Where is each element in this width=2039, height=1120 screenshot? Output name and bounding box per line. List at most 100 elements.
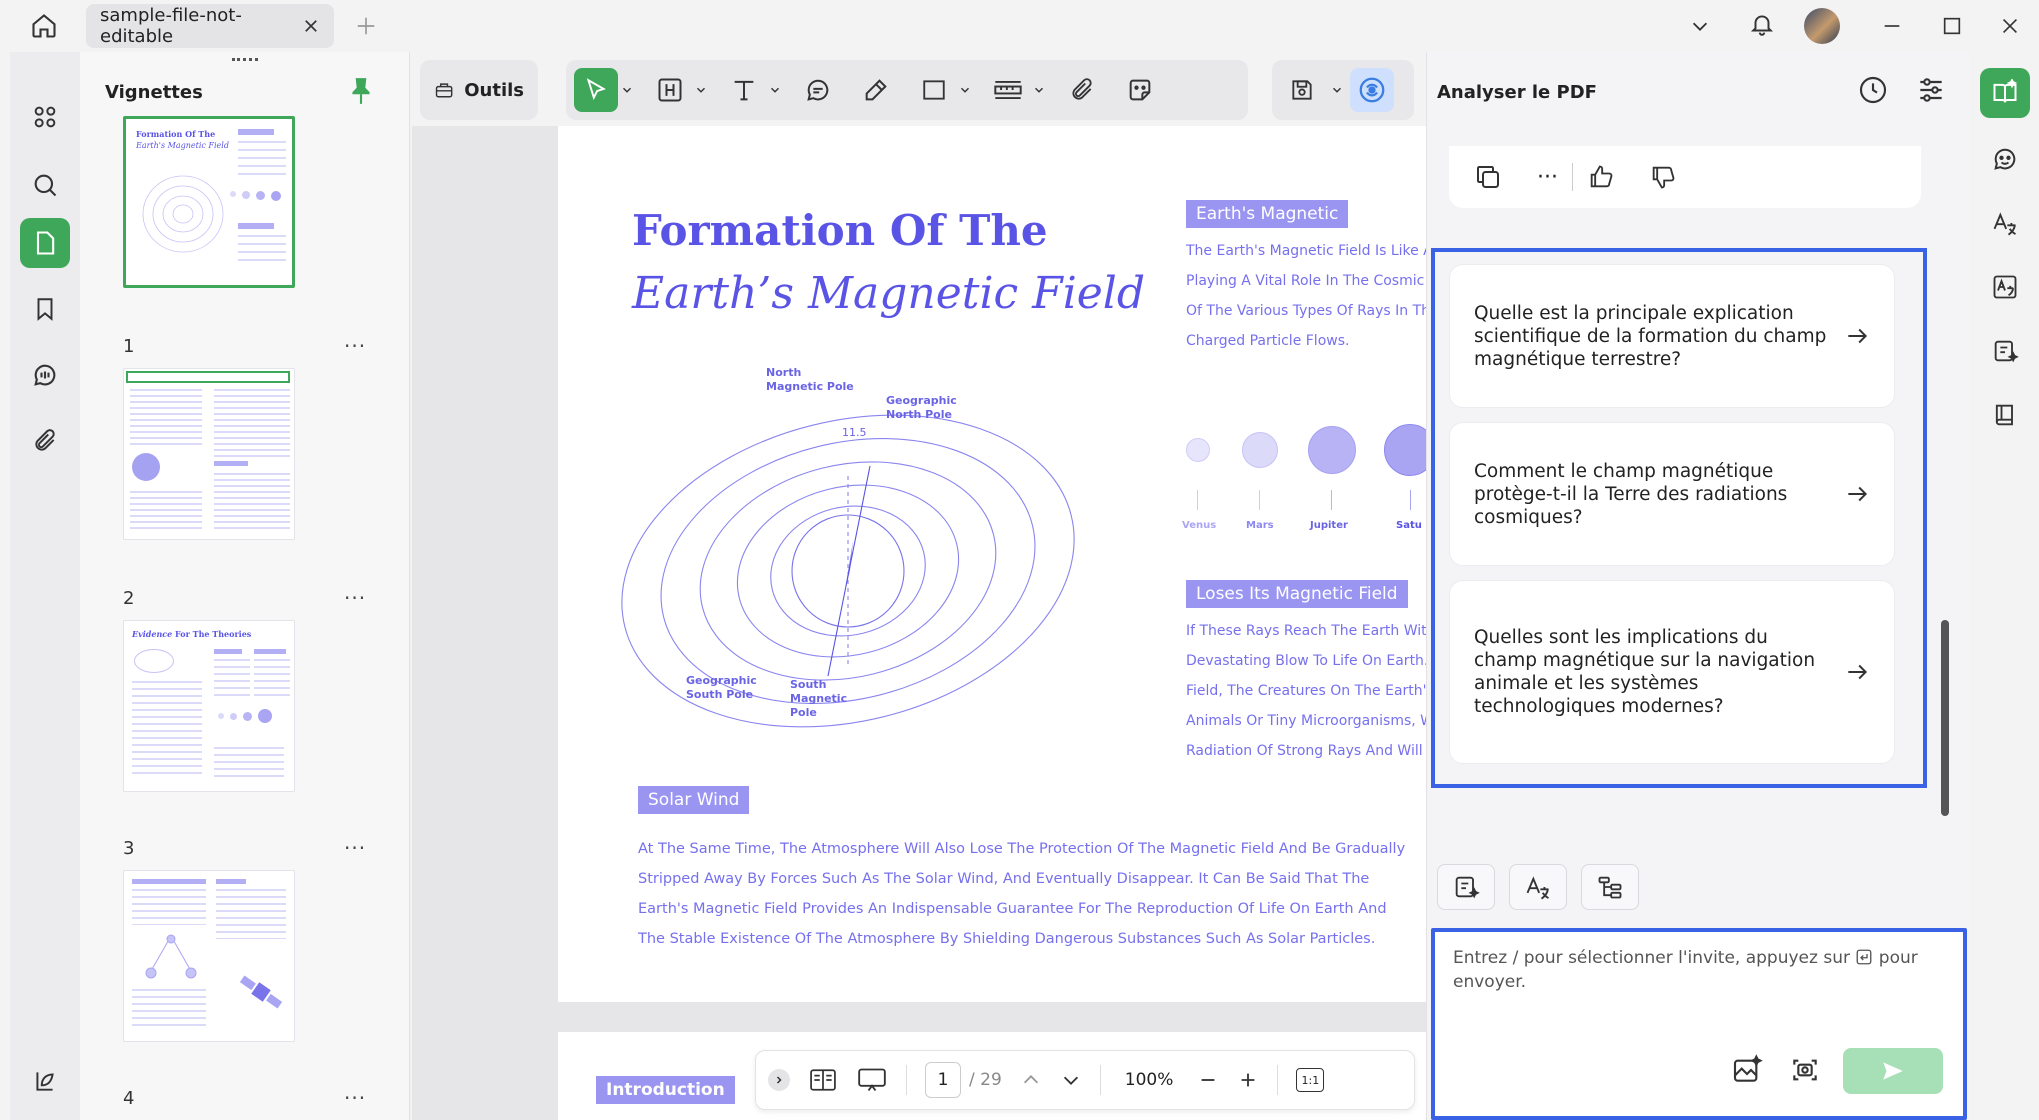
suggested-question-1[interactable]: Quelle est la principale explication sci…	[1449, 264, 1895, 408]
thumbnail-page-2[interactable]	[123, 368, 295, 540]
previous-page-icon[interactable]	[1020, 1069, 1042, 1091]
layers-icon[interactable]	[20, 1056, 70, 1106]
document-tab[interactable]: sample-file-not-editable	[86, 4, 334, 48]
toolbox-icon	[435, 83, 453, 98]
mindmap-icon	[1598, 876, 1622, 899]
presentation-icon[interactable]	[856, 1066, 888, 1094]
suggested-question-3[interactable]: Quelles sont les implications du champ m…	[1449, 580, 1895, 764]
measure-tool-icon[interactable]	[986, 68, 1030, 112]
avatar[interactable]	[1804, 8, 1840, 44]
collapse-nav-icon[interactable]	[768, 1069, 790, 1091]
zoom-out-icon[interactable]	[1197, 1069, 1219, 1091]
panel-scrollbar[interactable]	[1941, 620, 1949, 816]
thumb-subtitle: Earth's Magnetic Field	[136, 141, 229, 150]
planet-label: Venus	[1182, 520, 1217, 531]
send-button[interactable]	[1843, 1048, 1943, 1094]
summarize-button[interactable]	[1437, 864, 1495, 910]
screenshot-icon[interactable]	[1789, 1054, 1821, 1086]
comment-icon[interactable]	[20, 350, 70, 400]
attachment-icon[interactable]	[20, 416, 70, 466]
chevron-down-icon[interactable]	[768, 83, 782, 97]
translate-icon	[1526, 876, 1549, 900]
document-title-line2: Earth’s Magnetic Field	[632, 268, 1146, 319]
south-magnetic-pole-label: South Magnetic Pole	[790, 678, 848, 719]
chevron-down-icon[interactable]	[694, 83, 708, 97]
chatbot-icon[interactable]	[1980, 134, 2030, 184]
pen-tool-icon[interactable]	[854, 68, 898, 112]
comment-tool-icon[interactable]	[796, 68, 840, 112]
maximize-icon[interactable]	[1930, 4, 1974, 48]
highlight-tool-icon[interactable]	[648, 68, 692, 112]
ai-panel: Analyser le PDF ··· Quelle est la princi…	[1426, 52, 1970, 1120]
search-icon[interactable]	[20, 160, 70, 210]
chat-input-placeholder[interactable]: Entrez / pour sélectionner l'invite, app…	[1453, 946, 1933, 994]
ai-reader-icon[interactable]	[1980, 68, 2030, 118]
current-page-input[interactable]: 1	[925, 1062, 961, 1098]
pin-icon[interactable]	[348, 76, 374, 106]
text-tool-icon[interactable]	[722, 68, 766, 112]
chat-input-box[interactable]: Entrez / pour sélectionner l'invite, app…	[1431, 928, 1967, 1120]
thumbs-down-icon[interactable]	[1649, 163, 1677, 191]
translate-icon[interactable]	[1980, 198, 2030, 248]
thumbnail-more-icon[interactable]: ···	[344, 1086, 366, 1110]
copy-icon[interactable]	[1473, 162, 1503, 192]
translate-button[interactable]	[1509, 864, 1567, 910]
page-layout-icon[interactable]	[808, 1067, 838, 1093]
thumbnail-more-icon[interactable]: ···	[344, 334, 366, 358]
close-tab-icon[interactable]	[302, 17, 320, 35]
thumbs-up-icon[interactable]	[1587, 163, 1615, 191]
bookmark-icon[interactable]	[20, 284, 70, 334]
suggested-question-2[interactable]: Comment le champ magnétique protège-t-il…	[1449, 422, 1895, 566]
thumbnail-page-1[interactable]: Formation Of The Earth's Magnetic Field	[123, 116, 295, 288]
chevron-down-icon[interactable]	[958, 83, 972, 97]
image-ai-icon[interactable]	[1731, 1054, 1763, 1086]
new-tab-icon[interactable]	[344, 4, 388, 48]
actual-size-button[interactable]: 1:1	[1296, 1068, 1325, 1092]
thumbnail-page-4[interactable]	[123, 870, 295, 1042]
chevron-down-icon[interactable]	[1032, 83, 1046, 97]
thumbnail-more-icon[interactable]: ···	[344, 586, 366, 610]
mindmap-button[interactable]	[1581, 864, 1639, 910]
loses-field-text: If These Rays Reach The Earth With Devas…	[1186, 623, 1426, 759]
chevron-down-icon[interactable]	[1678, 4, 1722, 48]
ocr-translate-icon[interactable]	[1980, 262, 2030, 312]
earth-magnetic-text: The Earth's Magnetic Field Is Like A Pla…	[1186, 243, 1426, 349]
select-tool-icon[interactable]	[574, 68, 618, 112]
thumbnail-number: 3	[123, 838, 135, 859]
right-rail	[1970, 52, 2039, 1120]
response-actions: ···	[1449, 146, 1921, 208]
chevron-down-icon[interactable]	[1330, 83, 1344, 97]
minimize-icon[interactable]	[1870, 4, 1914, 48]
zoom-level[interactable]: 100%	[1119, 1062, 1180, 1098]
save-icon[interactable]	[1280, 68, 1324, 112]
attach-tool-icon[interactable]	[1060, 68, 1104, 112]
arrow-right-icon	[1848, 486, 1868, 502]
ai-summary-icon[interactable]	[1980, 326, 2030, 376]
apps-grid-icon[interactable]	[20, 92, 70, 142]
thumbnails-icon[interactable]	[20, 218, 70, 268]
thumbnail-more-icon[interactable]: ···	[344, 836, 366, 860]
chevron-down-icon[interactable]	[620, 83, 634, 97]
magnetic-field-diagram	[621, 414, 1075, 728]
drag-handle[interactable]	[232, 58, 258, 64]
rectangle-tool-icon[interactable]	[912, 68, 956, 112]
outils-button[interactable]: Outils	[420, 60, 538, 120]
home-icon[interactable]	[22, 4, 66, 48]
left-rail	[10, 52, 80, 1120]
book-icon[interactable]	[1980, 390, 2030, 440]
next-page-icon[interactable]	[1060, 1069, 1082, 1091]
page-navigation-bar: 1 / 29 100% 1:1	[755, 1050, 1415, 1110]
close-window-icon[interactable]	[1988, 4, 2032, 48]
arrow-right-icon	[1848, 664, 1868, 680]
history-icon[interactable]	[1857, 74, 1889, 106]
settings-sliders-icon[interactable]	[1915, 74, 1947, 106]
thumbnails-panel: Vignettes Formation Of The Earth's Magne…	[80, 52, 410, 1120]
ai-assistant-icon[interactable]	[1350, 68, 1394, 112]
title-bar: sample-file-not-editable	[0, 0, 2039, 52]
bell-icon[interactable]	[1740, 2, 1784, 46]
zoom-in-icon[interactable]	[1237, 1069, 1259, 1091]
more-options-icon[interactable]: ···	[1537, 165, 1558, 190]
thumbnail-page-3[interactable]: Evidence For The Theories	[123, 620, 295, 792]
angle-label: 11.5	[842, 426, 867, 439]
sticker-tool-icon[interactable]	[1118, 68, 1162, 112]
